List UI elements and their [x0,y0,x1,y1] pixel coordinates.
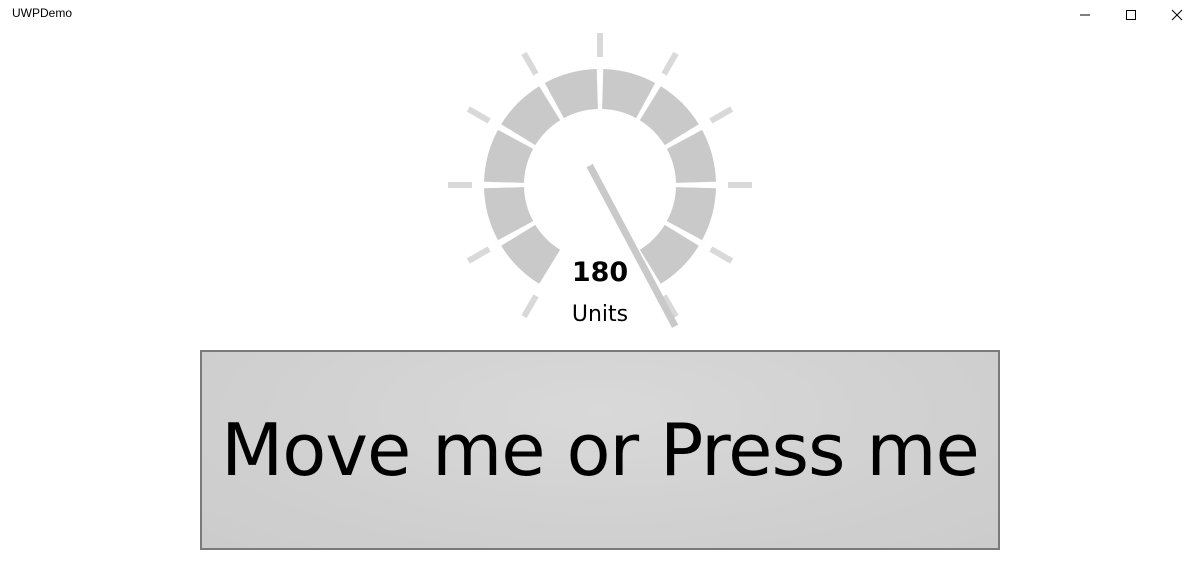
gauge-tick [466,246,491,264]
gauge-value: 180 [571,257,629,288]
gauge-scale [484,69,716,284]
app-title: UWPDemo [12,6,73,20]
gauge-tick [521,51,539,76]
gauge-tick [521,294,539,319]
gauge-tick [709,246,734,264]
gauge-unit: Units [571,302,629,327]
gauge-tick [466,106,491,124]
gauge-tick [709,106,734,124]
close-button[interactable] [1154,0,1198,30]
maximize-button[interactable] [1108,0,1154,30]
move-or-press-button[interactable]: Move me or Press me [200,350,1000,550]
gauge-segment [639,86,699,146]
minimize-button[interactable] [1062,0,1108,30]
move-or-press-label: Move me or Press me [221,408,980,492]
maximize-icon [1126,10,1136,20]
title-bar: UWPDemo [0,0,1198,30]
gauge-segment [501,86,561,146]
close-icon [1171,9,1183,21]
gauge-tick [661,51,679,76]
minimize-icon [1080,14,1090,16]
